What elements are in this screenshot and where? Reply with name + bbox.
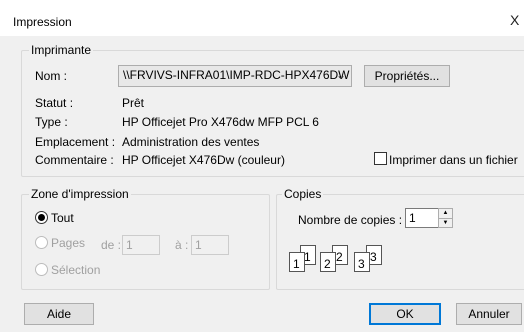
range-selection-label[interactable]: Sélection (51, 263, 100, 277)
range-from-label: de : (101, 238, 122, 252)
window-title: Impression (13, 15, 72, 29)
printer-group-legend: Imprimante (29, 43, 94, 57)
cancel-button[interactable]: Annuler (456, 303, 522, 325)
chevron-down-icon: ⌄ (335, 68, 346, 82)
location-value: Administration des ventes (122, 135, 260, 149)
range-to-label: à : (175, 238, 189, 252)
comment-label: Commentaire : (35, 153, 114, 167)
title-bar: Impression X (0, 0, 524, 40)
help-button[interactable]: Aide (24, 303, 94, 325)
print-to-file-checkbox[interactable] (374, 152, 387, 165)
range-pages-radio[interactable] (35, 236, 48, 249)
spin-up-icon[interactable]: ▲ (439, 209, 452, 219)
print-range-legend: Zone d'impression (29, 187, 131, 201)
collate-page-icon: 2 (320, 252, 336, 272)
print-dialog: Imprimante Nom : \\FRVIVS-INFRA01\IMP-RD… (0, 36, 524, 332)
properties-button[interactable]: Propriétés... (364, 65, 450, 87)
collate-page-icon: 1 (289, 252, 305, 272)
copies-legend: Copies (282, 187, 324, 201)
type-label: Type : (35, 115, 68, 129)
spin-down-icon[interactable]: ▼ (439, 219, 452, 228)
close-icon[interactable]: X (510, 12, 519, 28)
range-pages-label[interactable]: Pages (51, 236, 85, 250)
printer-name-label: Nom : (35, 69, 68, 83)
range-all-radio[interactable] (35, 211, 48, 224)
ok-button[interactable]: OK (369, 303, 441, 325)
status-label: Statut : (35, 96, 74, 110)
range-from-input[interactable]: 1 (122, 235, 160, 255)
printer-name-value: \\FRVIVS-INFRA01\IMP-RDC-HPX476DW (123, 68, 350, 82)
printer-name-select[interactable]: \\FRVIVS-INFRA01\IMP-RDC-HPX476DW ⌄ (118, 65, 352, 87)
copies-count-label: Nombre de copies : (298, 213, 403, 227)
copies-group (276, 194, 524, 290)
location-label: Emplacement : (35, 135, 116, 149)
print-to-file-label[interactable]: Imprimer dans un fichier (389, 153, 518, 167)
copies-count-input[interactable]: 1 (405, 208, 439, 228)
type-value: HP Officejet Pro X476dw MFP PCL 6 (122, 115, 319, 129)
collate-page-icon: 3 (354, 252, 370, 272)
range-selection-radio[interactable] (35, 263, 48, 276)
range-to-input[interactable]: 1 (191, 235, 229, 255)
comment-value: HP Officejet X476Dw (couleur) (122, 153, 285, 167)
range-all-label[interactable]: Tout (51, 211, 74, 225)
status-value: Prêt (122, 96, 145, 110)
copies-spinner[interactable]: ▲ ▼ (438, 208, 453, 228)
